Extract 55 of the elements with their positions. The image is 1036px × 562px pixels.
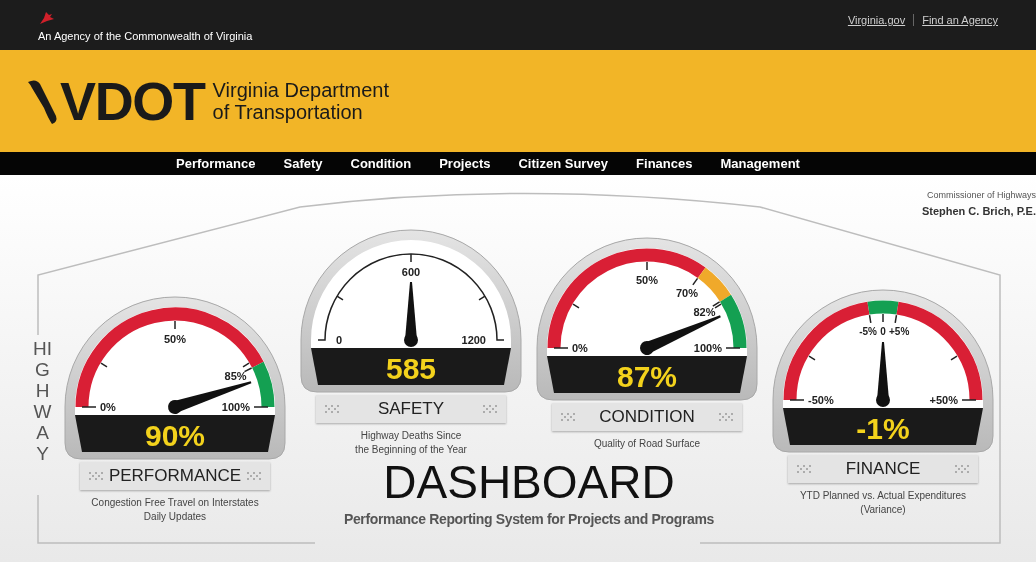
gauge-title: SAFETY [377, 398, 445, 421]
gauge-reading: 90% [145, 419, 205, 452]
dot-pattern-icon [482, 404, 498, 414]
gauge-title: FINANCE [845, 458, 921, 481]
scale-label: +50% [929, 394, 958, 406]
side-label: HIGHWAY [33, 338, 52, 464]
scale-label: 100% [693, 342, 722, 354]
scale-label: 0% [100, 401, 116, 413]
nav-link[interactable]: Safety [283, 153, 323, 174]
scale-label: 85% [224, 370, 247, 383]
scale-label: 0 [880, 326, 886, 337]
nav-link[interactable]: Citizen Survey [518, 153, 609, 174]
nav-link[interactable]: Performance [176, 153, 256, 174]
scale-label: 50% [164, 333, 186, 345]
dashboard-title: DASHBOARD [383, 457, 675, 507]
commissioner-name: Stephen C. Brich, P.E. [921, 203, 1036, 219]
scale-label: +5% [889, 326, 910, 337]
dot-pattern-icon [88, 471, 104, 481]
dot-pattern-icon [324, 404, 340, 414]
gauge-title: CONDITION [599, 406, 695, 429]
gauge-reading: -1% [856, 412, 910, 445]
organization-name: Virginia Department of Transportation [212, 79, 389, 123]
top-link[interactable]: Virginia.gov [847, 12, 906, 29]
scale-label: 100% [221, 401, 250, 413]
nav-link[interactable]: Condition [350, 153, 412, 174]
dashboard-subtitle: Performance Reporting System for Projects and Programs [343, 510, 715, 529]
dot-pattern-icon [560, 412, 576, 422]
agency-text: An Agency of the Commonwealth of Virginia [38, 29, 253, 44]
logo-text: VDOT [60, 74, 205, 128]
scale-label: 82% [693, 305, 716, 318]
nav-link[interactable]: Finances [636, 153, 693, 174]
cardinal-icon [38, 10, 56, 26]
scale-label: 50% [636, 274, 658, 286]
nav-link[interactable]: Projects [439, 153, 491, 174]
scale-label: 0 [336, 334, 343, 346]
commissioner-title: Commissioner of Highways [925, 189, 1036, 202]
gauge-reading: 585 [385, 352, 437, 385]
gauge-reading: 87% [617, 360, 677, 393]
scale-label: 600 [401, 266, 421, 278]
dot-pattern-icon [954, 464, 970, 474]
gauge-title: PERFORMANCE [108, 465, 242, 488]
gauge-caption: Congestion Free Travel on Interstates Daily Updates [91, 496, 259, 524]
gauge-caption: YTD Planned vs. Actual Expenditures (Variance) [799, 489, 967, 517]
scale-label: -50% [808, 394, 834, 406]
scale-label: -5% [859, 326, 877, 337]
gauge-caption: Quality of Road Surface [593, 437, 701, 451]
top-link[interactable]: Find an Agency [922, 12, 998, 29]
scale-label: 70% [675, 287, 698, 299]
nav-link[interactable]: Management [720, 153, 800, 174]
dot-pattern-icon [718, 412, 734, 422]
scale-label: 1200 [461, 334, 486, 346]
dot-pattern-icon [246, 471, 262, 481]
scale-label: 0% [572, 342, 588, 354]
gauge-caption: Highway Deaths Since the Beginning of the Year [355, 429, 467, 457]
dot-pattern-icon [796, 464, 812, 474]
